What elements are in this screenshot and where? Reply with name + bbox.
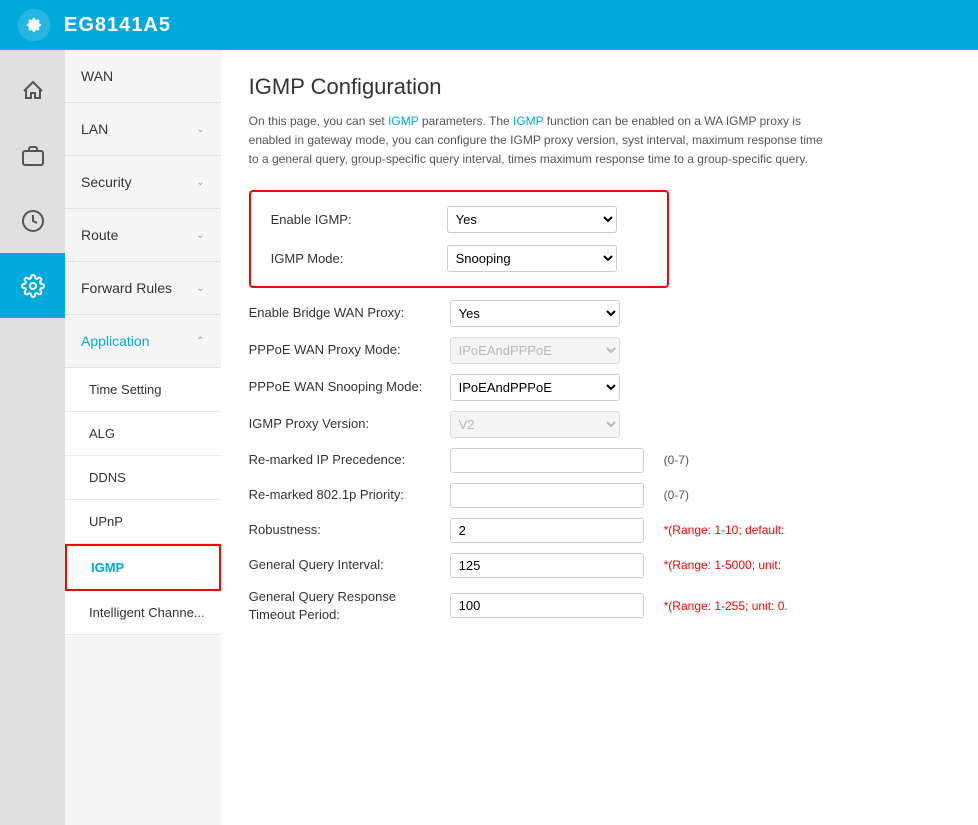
nav-column: WAN LAN ⌄ Security ⌄ Route ⌄ Forward Rul… (65, 50, 221, 825)
sub-nav-ddns[interactable]: DDNS (65, 456, 221, 500)
enable-igmp-row: Enable IGMP: Yes No (271, 206, 647, 233)
robustness-row: Robustness: *(Range: 1-10; default: (249, 518, 950, 543)
pppoe-wan-proxy-mode-row: PPPoE WAN Proxy Mode: IPoEAndPPPoE PPPoE… (249, 337, 950, 364)
app-title: EG8141A5 (64, 14, 171, 37)
general-query-interval-label: General Query Interval: (249, 556, 434, 574)
nav-item-wan[interactable]: WAN (65, 50, 221, 103)
nav-label-security: Security (81, 174, 132, 190)
robustness-label: Robustness: (249, 521, 434, 539)
nav-label-forward-rules: Forward Rules (81, 280, 172, 296)
general-query-response-timeout-input[interactable] (450, 593, 644, 618)
content-area: IGMP Configuration On this page, you can… (221, 50, 978, 825)
remarked-ip-precedence-row: Re-marked IP Precedence: (0-7) (249, 448, 950, 473)
igmp-mode-select[interactable]: Snooping Proxy (447, 245, 617, 272)
robustness-input[interactable] (450, 518, 644, 543)
enable-igmp-label: Enable IGMP: (271, 212, 431, 227)
icon-home[interactable] (0, 58, 65, 123)
remarked-8021p-hint: (0-7) (664, 488, 689, 502)
header: EG8141A5 (0, 0, 978, 50)
pppoe-wan-snooping-mode-select[interactable]: IPoEAndPPPoE PPPoE IPoE (450, 374, 620, 401)
igmp-proxy-version-row: IGMP Proxy Version: V2 V3 (249, 411, 950, 438)
remarked-8021p-label: Re-marked 802.1p Priority: (249, 486, 434, 504)
igmp-mode-label: IGMP Mode: (271, 251, 431, 266)
general-query-interval-row: General Query Interval: *(Range: 1-5000;… (249, 553, 950, 578)
chevron-down-icon: ⌄ (196, 230, 204, 241)
sub-nav-upnp[interactable]: UPnP (65, 500, 221, 544)
remarked-ip-precedence-input[interactable] (450, 448, 644, 473)
nav-label-application: Application (81, 333, 150, 349)
igmp-mode-row: IGMP Mode: Snooping Proxy (271, 245, 647, 272)
nav-label-wan: WAN (81, 68, 113, 84)
igmp-proxy-version-label: IGMP Proxy Version: (249, 415, 434, 433)
nav-label-lan: LAN (81, 121, 108, 137)
remarked-ip-precedence-label: Re-marked IP Precedence: (249, 451, 434, 469)
icon-clock[interactable] (0, 188, 65, 253)
enable-bridge-wan-select[interactable]: Yes No (450, 300, 620, 327)
sub-nav-alg[interactable]: ALG (65, 412, 221, 456)
igmp-link-2: IGMP (513, 114, 543, 128)
nav-item-route[interactable]: Route ⌄ (65, 209, 221, 262)
chevron-down-icon: ⌄ (196, 124, 204, 135)
enable-igmp-select[interactable]: Yes No (447, 206, 617, 233)
main-layout: WAN LAN ⌄ Security ⌄ Route ⌄ Forward Rul… (0, 50, 978, 825)
sidebar: WAN LAN ⌄ Security ⌄ Route ⌄ Forward Rul… (0, 50, 221, 825)
pppoe-wan-snooping-mode-row: PPPoE WAN Snooping Mode: IPoEAndPPPoE PP… (249, 374, 950, 401)
nav-item-forward-rules[interactable]: Forward Rules ⌄ (65, 262, 221, 315)
icon-gear[interactable] (0, 253, 65, 318)
remarked-8021p-row: Re-marked 802.1p Priority: (0-7) (249, 483, 950, 508)
chevron-up-icon: ⌃ (196, 336, 204, 347)
huawei-logo (16, 7, 52, 43)
page-description: On this page, you can set IGMP parameter… (249, 112, 829, 170)
pppoe-wan-proxy-mode-select[interactable]: IPoEAndPPPoE PPPoE IPoE (450, 337, 620, 364)
remarked-8021p-input[interactable] (450, 483, 644, 508)
general-query-response-timeout-label: General Query Response Timeout Period: (249, 588, 434, 624)
chevron-down-icon: ⌄ (196, 177, 204, 188)
page-title: IGMP Configuration (249, 74, 950, 100)
general-query-interval-hint: *(Range: 1-5000; unit: (664, 558, 781, 572)
remarked-ip-hint: (0-7) (664, 453, 689, 467)
general-query-interval-input[interactable] (450, 553, 644, 578)
igmp-link-1: IGMP (388, 114, 418, 128)
nav-label-route: Route (81, 227, 118, 243)
nav-item-security[interactable]: Security ⌄ (65, 156, 221, 209)
general-query-response-timeout-row: General Query Response Timeout Period: *… (249, 588, 950, 624)
enable-bridge-wan-label: Enable Bridge WAN Proxy: (249, 304, 434, 322)
robustness-hint: *(Range: 1-10; default: (664, 523, 785, 537)
chevron-down-icon: ⌄ (196, 283, 204, 294)
igmp-highlighted-config: Enable IGMP: Yes No IGMP Mode: Snooping … (249, 190, 669, 288)
sub-nav-intelligent-channel[interactable]: Intelligent Channe... (65, 591, 221, 635)
igmp-proxy-version-select[interactable]: V2 V3 (450, 411, 620, 438)
pppoe-wan-proxy-mode-label: PPPoE WAN Proxy Mode: (249, 341, 434, 359)
icon-briefcase[interactable] (0, 123, 65, 188)
sub-nav-time-setting[interactable]: Time Setting (65, 368, 221, 412)
icon-bar (0, 50, 65, 825)
nav-item-application[interactable]: Application ⌃ (65, 315, 221, 368)
sub-nav-igmp[interactable]: IGMP (65, 544, 221, 591)
enable-bridge-wan-row: Enable Bridge WAN Proxy: Yes No (249, 300, 950, 327)
general-query-response-hint: *(Range: 1-255; unit: 0. (664, 599, 788, 613)
pppoe-wan-snooping-mode-label: PPPoE WAN Snooping Mode: (249, 378, 434, 396)
nav-item-lan[interactable]: LAN ⌄ (65, 103, 221, 156)
